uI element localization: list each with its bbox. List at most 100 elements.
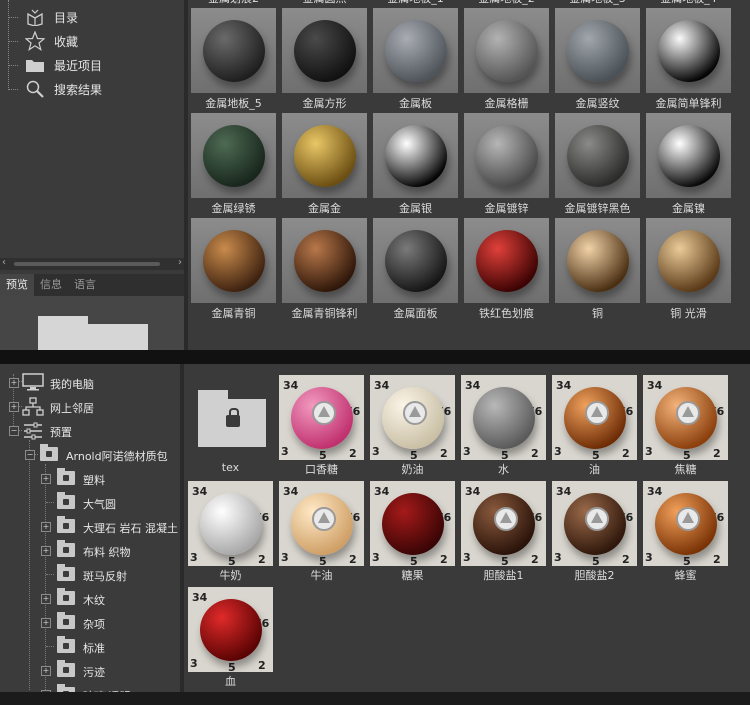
material-thumbnail[interactable]: 金属地板_4 [646,0,731,8]
arnold-logo-icon [676,507,700,531]
material-thumbnail[interactable]: 34 76 3 2 5 焦糖 [643,375,728,480]
material-label: 金属镀锌黑色 [564,202,631,215]
material-label: 金属圆点 [278,0,371,6]
material-sphere [658,20,720,82]
material-sphere [476,230,538,292]
material-preview [464,113,549,198]
material-thumbnail[interactable]: 34 76 3 2 5 水 [461,375,546,480]
material-preview: 34 76 3 2 5 [370,481,455,566]
material-thumbnail[interactable]: 金属地板_1 [373,0,458,8]
material-label: 金属绿锈 [211,202,256,215]
material-thumbnail[interactable]: 铜 光滑 [646,218,731,323]
panel-separator [0,350,750,364]
material-thumbnail[interactable]: 金属简单锋利 [646,8,731,113]
material-thumbnail[interactable]: 金属划痕2 [191,0,276,8]
bottom-browser-panel: + 我的电脑 + 网上邻居 − 预置 − Arnold阿诺德材质包 + 塑料 大… [0,364,750,692]
material-thumbnail[interactable]: 金属格栅 [464,8,549,113]
material-preview [191,8,276,93]
material-label: 金属地板_4 [642,0,735,6]
material-thumbnail[interactable]: 34 76 3 2 5 糖果 [370,481,455,586]
material-label: 金属青铜锋利 [291,307,358,320]
material-label: 金属格栅 [484,97,529,110]
material-preview [282,113,367,198]
material-thumbnail[interactable]: 金属方形 [282,8,367,113]
folder-lock-icon [198,390,266,447]
material-thumbnail[interactable]: 金属绿锈 [191,113,276,218]
material-sphere [203,20,265,82]
arnold-logo-icon [494,507,518,531]
material-label: 铁红色划痕 [479,307,534,320]
material-thumbnail[interactable]: 34 76 3 2 5 胆酸盐2 [552,481,637,586]
material-thumbnail[interactable]: 金属面板 [373,218,458,323]
material-thumbnail[interactable]: 金属地板_5 [191,8,276,113]
material-thumbnail[interactable]: 金属青铜锋利 [282,218,367,323]
material-thumbnail[interactable]: 金属板 [373,8,458,113]
material-thumbnail[interactable]: 34 76 3 2 5 血 [188,587,273,692]
material-preview: 34 76 3 2 5 [461,375,546,460]
arnold-logo-icon [585,401,609,425]
top-browser-panel: 目录 收藏 最近项目 搜索结果 ‹ › 预览 信息 语言 金属地板_5 金属方形… [0,0,750,350]
material-thumbnail[interactable]: 金属镀锌 [464,113,549,218]
material-label: 胆酸盐1 [483,569,524,582]
material-label: 焦糖 [674,463,697,476]
material-thumbnail[interactable]: 34 76 3 2 5 牛油 [279,481,364,586]
material-thumbnail[interactable]: 金属青铜 [191,218,276,323]
material-thumbnail[interactable]: 金属银 [373,113,458,218]
material-label: 油 [589,463,600,476]
material-preview [188,375,273,460]
material-label: 金属银 [399,202,432,215]
material-label: 铜 [592,307,603,320]
material-preview [191,113,276,198]
material-preview: 34 76 3 2 5 [188,481,273,566]
material-preview [282,218,367,303]
material-sphere [567,125,629,187]
material-preview: 34 76 3 2 5 [552,375,637,460]
material-label: 胆酸盐2 [574,569,615,582]
material-thumbnail[interactable]: 34 76 3 2 5 蜂蜜 [643,481,728,586]
material-sphere [203,230,265,292]
material-label: 牛奶 [219,569,242,582]
material-thumbnail[interactable]: 金属金 [282,113,367,218]
material-label: 蜂蜜 [674,569,697,582]
material-thumbnail[interactable]: tex [188,375,273,480]
material-thumbnail[interactable]: 金属地板_2 [464,0,549,8]
status-bar [0,692,750,705]
material-preview [555,113,640,198]
material-preview [373,218,458,303]
material-preview: 34 76 3 2 5 [643,375,728,460]
material-thumbnail[interactable]: 34 76 3 2 5 奶油 [370,375,455,480]
material-thumbnail[interactable]: 金属镀锌黑色 [555,113,640,218]
material-label: 金属面板 [393,307,438,320]
material-preview [555,8,640,93]
material-label: 金属方形 [302,97,347,110]
material-thumbnail[interactable]: 金属竖纹 [555,8,640,113]
material-preview [464,8,549,93]
material-sphere [658,230,720,292]
material-thumbnail[interactable]: 金属镍 [646,113,731,218]
material-label: 糖果 [401,569,424,582]
material-thumbnail[interactable]: 金属圆点 [282,0,367,8]
material-thumbnail[interactable]: 34 76 3 2 5 油 [552,375,637,480]
material-thumbnail[interactable]: 金属地板_3 [555,0,640,8]
material-label: 奶油 [401,463,424,476]
material-sphere [473,387,535,449]
material-thumbnail[interactable]: 铜 [555,218,640,323]
material-label: 金属地板_2 [460,0,553,6]
material-label: 金属地板_1 [369,0,462,6]
material-preview [646,8,731,93]
material-thumbnail[interactable]: 34 76 3 2 5 胆酸盐1 [461,481,546,586]
material-preview [282,8,367,93]
material-sphere [567,20,629,82]
material-thumbnail[interactable]: 34 76 3 2 5 口香糖 [279,375,364,480]
material-sphere [294,125,356,187]
material-sphere [385,20,447,82]
material-thumbnail[interactable]: 34 76 3 2 5 牛奶 [188,481,273,586]
material-thumbnail[interactable]: 铁红色划痕 [464,218,549,323]
material-label: 金属简单锋利 [655,97,722,110]
material-preview: 34 76 3 2 5 [552,481,637,566]
material-sphere [476,125,538,187]
material-label: 金属镍 [672,202,705,215]
material-sphere [658,125,720,187]
material-preview: 34 76 3 2 5 [643,481,728,566]
material-label: 水 [498,463,509,476]
